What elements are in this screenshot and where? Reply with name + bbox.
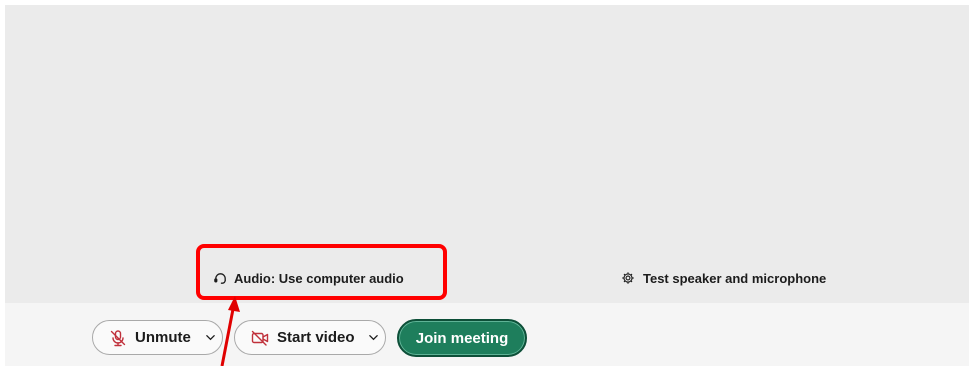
chevron-down-icon[interactable] — [368, 321, 379, 354]
video-preview-area — [5, 5, 969, 303]
muted-microphone-icon — [109, 329, 127, 347]
chevron-down-icon[interactable] — [205, 321, 216, 354]
unmute-button[interactable]: Unmute — [92, 320, 223, 355]
audio-option-label: Audio: Use computer audio — [234, 270, 404, 286]
unmute-label: Unmute — [135, 329, 191, 346]
video-off-icon — [251, 329, 269, 347]
test-option-label: Test speaker and microphone — [643, 270, 827, 286]
gear-icon — [621, 271, 635, 285]
test-speaker-microphone-button[interactable]: Test speaker and microphone — [621, 268, 826, 288]
control-bar: Unmute Start video Join meeting — [5, 303, 969, 366]
join-meeting-label: Join meeting — [415, 329, 509, 347]
start-video-label: Start video — [277, 329, 355, 346]
headset-icon — [213, 271, 228, 286]
start-video-button[interactable]: Start video — [234, 320, 386, 355]
audio-option-button[interactable]: Audio: Use computer audio — [213, 268, 404, 288]
join-meeting-button[interactable]: Join meeting — [397, 319, 527, 357]
